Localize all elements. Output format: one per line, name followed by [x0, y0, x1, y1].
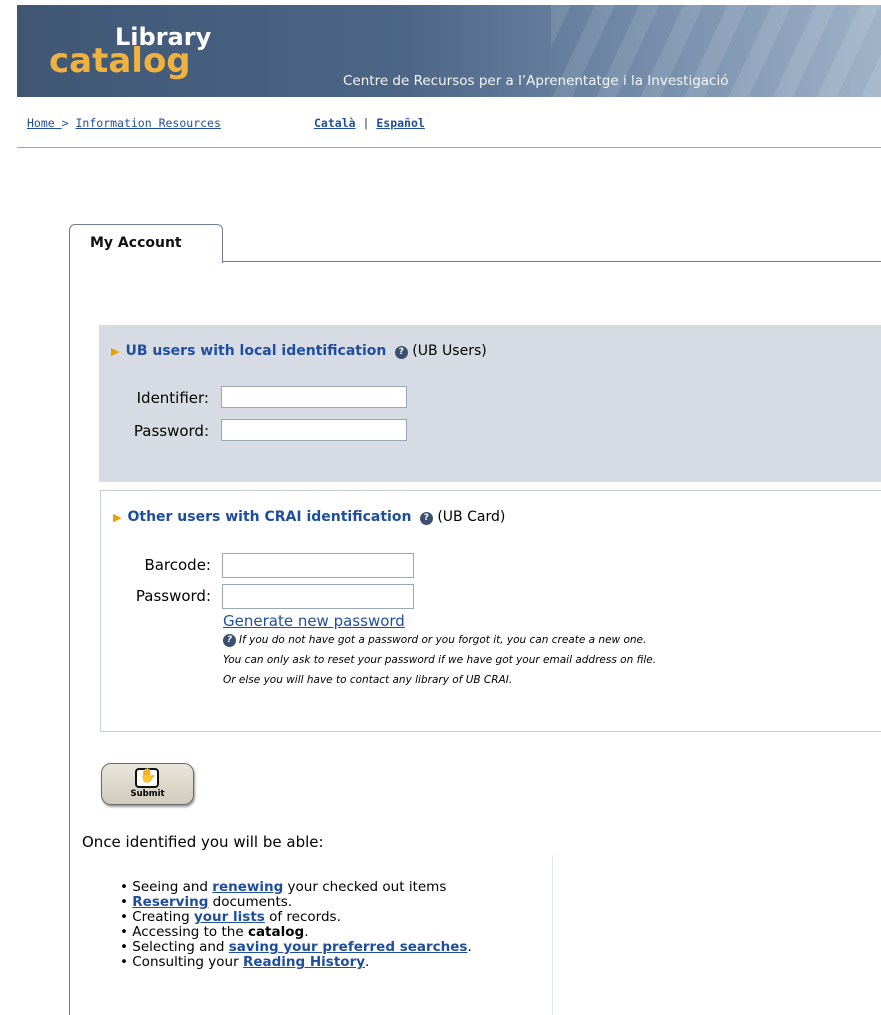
breadcrumb: Home > Information Resources — [27, 116, 221, 130]
ub-password-label: Password: — [133, 422, 209, 440]
password-note-line-1: If you do not have got a password or you… — [239, 634, 647, 646]
identifier-input[interactable] — [221, 386, 407, 408]
benefits-intro: Once identified you will be able: — [82, 833, 324, 851]
tab-my-account-label: My Account — [90, 235, 182, 251]
benefit-item-catalog: • Accessing to the catalog. — [120, 924, 309, 940]
reserving-link[interactable]: Reserving — [132, 894, 208, 910]
ub-users-heading[interactable]: UB users with local identification — [125, 343, 386, 359]
barcode-input[interactable] — [222, 553, 414, 578]
help-icon[interactable]: ? — [419, 512, 433, 525]
breadcrumb-information-resources-link[interactable]: Information Resources — [76, 116, 221, 130]
ub-users-suffix: (UB Users) — [412, 343, 487, 359]
triangle-right-icon: ▶ — [111, 345, 120, 358]
your-lists-link[interactable]: your lists — [194, 909, 265, 925]
benefit-item-searches: • Selecting and saving your preferred se… — [120, 939, 472, 955]
submit-button[interactable]: Submit — [101, 763, 194, 805]
logo-catalog-text[interactable]: catalog — [49, 41, 191, 81]
language-switcher: Català | Español — [314, 116, 425, 130]
catalog-bold-text: catalog — [247, 924, 305, 940]
renewing-link[interactable]: renewing — [212, 879, 283, 895]
help-icon[interactable]: ? — [394, 346, 408, 359]
password-note-line-3: Or else you will have to contact any lib… — [223, 674, 513, 686]
lang-espanol-link[interactable]: Español — [376, 116, 424, 130]
benefit-item-history: • Consulting your Reading History. — [120, 954, 370, 970]
identifier-label: Identifier: — [136, 389, 209, 407]
benefit-item-lists: • Creating your lists of records. — [120, 909, 341, 925]
password-note: ? If you do not have got a password or yo… — [223, 634, 646, 647]
ub-users-section-title: ▶ UB users with local identification ? (U… — [111, 343, 487, 359]
lang-catala-link[interactable]: Català — [314, 116, 356, 130]
panel-border-left — [69, 261, 70, 1015]
panel-border-top — [221, 261, 881, 262]
lang-separator: | — [362, 116, 370, 130]
info-icon: ? — [223, 634, 236, 647]
header-tagline: Centre de Recursos per a l’Aprenentatge … — [343, 73, 729, 89]
crai-users-section: ▶ Other users with CRAI identification ? … — [100, 490, 881, 732]
crai-password-label: Password: — [135, 587, 211, 605]
barcode-label: Barcode: — [144, 556, 211, 574]
ub-password-input[interactable] — [221, 419, 407, 441]
reading-history-link[interactable]: Reading History — [243, 954, 365, 970]
triangle-right-icon: ▶ — [113, 511, 122, 524]
tab-my-account[interactable]: My Account — [69, 224, 223, 263]
benefit-item-renew: • Seeing and renewing your checked out i… — [120, 879, 447, 895]
breadcrumb-home-link[interactable]: Home — [27, 116, 62, 130]
crai-users-section-title: ▶ Other users with CRAI identification ? … — [113, 509, 505, 525]
benefits-list: • Seeing and renewing your checked out i… — [120, 880, 472, 970]
saved-searches-link[interactable]: saving your preferred searches — [229, 939, 468, 955]
submit-button-label: Submit — [130, 789, 165, 799]
hand-pointer-icon — [135, 768, 159, 788]
ub-users-section: ▶ UB users with local identification ? (U… — [99, 325, 881, 482]
top-nav-bar: Home > Information Resources Català | Es… — [17, 97, 881, 148]
crai-users-heading[interactable]: Other users with CRAI identification — [127, 509, 411, 525]
crai-users-suffix: (UB Card) — [437, 509, 506, 525]
crai-password-input[interactable] — [222, 584, 414, 609]
generate-password-link[interactable]: Generate new password — [223, 612, 405, 630]
breadcrumb-separator: > — [61, 116, 69, 130]
benefit-item-reserve: • Reserving documents. — [120, 894, 293, 910]
password-note-line-2: You can only ask to reset your password … — [223, 654, 657, 666]
header-banner: Library catalog Centre de Recursos per a… — [17, 5, 881, 97]
